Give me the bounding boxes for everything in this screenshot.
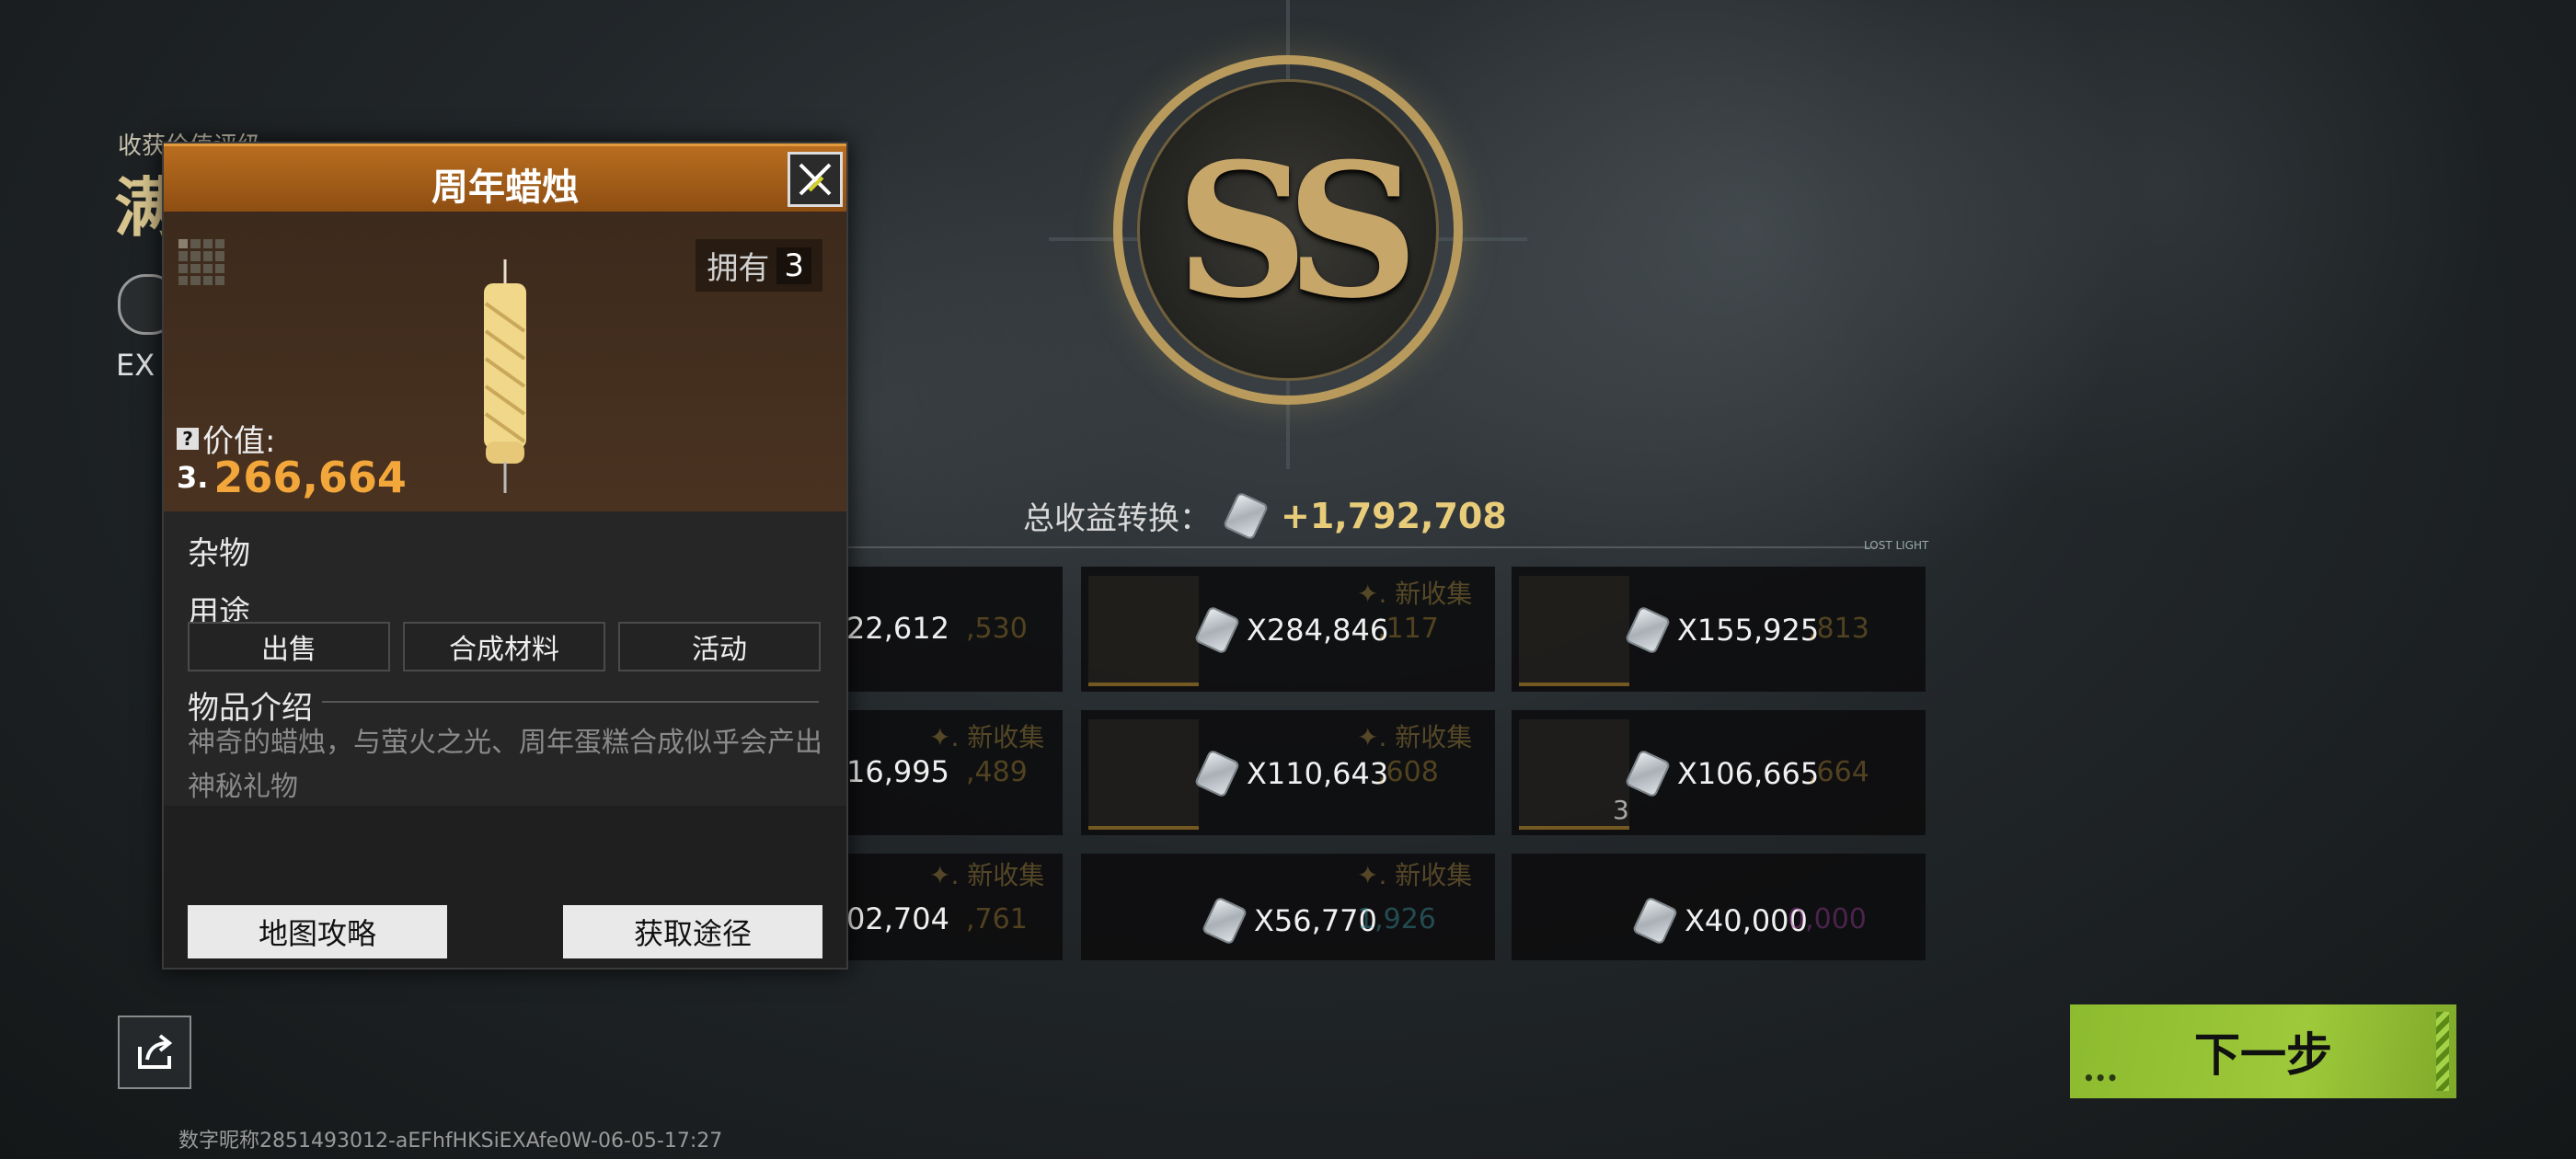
- loot-card[interactable]: ✦. 新收集 X284,846 ,117: [1081, 567, 1495, 692]
- card-ghost-value: ,761: [966, 903, 1028, 935]
- value-row: 3. 266,664: [177, 453, 407, 502]
- card-value: 16,995: [846, 754, 949, 789]
- card-value: X110,643: [1193, 749, 1389, 798]
- description-text: 神奇的蜡烛，与萤火之光、周年蛋糕合成似乎会产出神秘礼物: [188, 727, 822, 803]
- new-collect-tag: ✦. 新收集: [1357, 722, 1473, 752]
- new-collect-tag: ✦. 新收集: [1357, 579, 1473, 609]
- loot-card[interactable]: ✦. 新收集 X110,643 ,608: [1081, 710, 1495, 835]
- obtain-source-button[interactable]: 获取途径: [563, 905, 822, 958]
- card-ghost-value: 0,000: [1788, 903, 1867, 935]
- coin-icon: [1222, 490, 1270, 541]
- owned-label: 拥有: [707, 250, 770, 287]
- loot-card[interactable]: X155,925 ,813: [1512, 567, 1926, 692]
- item-detail-popup: 周年蜡烛 拥有 3 ? 价值: 3. 266,664 杂物 用途 出售 合成材料…: [162, 142, 848, 970]
- new-collect-tag: ✦. 新收集: [929, 722, 1045, 752]
- coin-icon: [1624, 749, 1672, 798]
- card-ghost-value: ,489: [966, 756, 1028, 788]
- card-ghost-value: ,608: [1377, 756, 1439, 788]
- card-value: X155,925: [1624, 605, 1820, 655]
- coin-icon: [1193, 605, 1241, 655]
- grade-emblem: SS: [1113, 55, 1463, 405]
- new-collect-tag: ✦. 新收集: [1357, 860, 1473, 890]
- divider: [846, 546, 1877, 548]
- coin-icon: [1201, 896, 1248, 946]
- help-icon[interactable]: ?: [177, 427, 199, 450]
- loot-card[interactable]: 3 X106,665 ,664: [1512, 710, 1926, 835]
- usage-tag-event[interactable]: 活动: [618, 622, 821, 671]
- item-value: 266,664: [213, 453, 407, 502]
- owned-count: 3: [776, 247, 811, 284]
- card-value: 22,612: [846, 611, 949, 646]
- close-button[interactable]: [788, 152, 843, 207]
- item-thumbnail: [1088, 576, 1199, 686]
- card-value: X106,665: [1624, 749, 1820, 798]
- share-button[interactable]: [118, 1016, 191, 1089]
- dots-icon: •••: [2083, 1067, 2119, 1089]
- card-value-text: X155,925: [1677, 613, 1820, 648]
- close-icon: [799, 163, 832, 196]
- card-count-badge: 3: [1613, 795, 1629, 825]
- coin-icon: [1193, 749, 1241, 798]
- share-icon: [138, 1034, 173, 1069]
- currency-icon: 3.: [177, 460, 209, 495]
- card-value-text: X106,665: [1677, 756, 1820, 791]
- usage-tag-sell[interactable]: 出售: [188, 622, 390, 671]
- coin-icon: [1624, 605, 1672, 655]
- card-ghost-value: ,117: [1377, 613, 1439, 645]
- card-value: 02,704: [846, 901, 949, 936]
- map-guide-button[interactable]: 地图攻略: [188, 905, 447, 958]
- item-thumbnail: [1519, 576, 1629, 686]
- card-ghost-value: 1,926: [1357, 903, 1436, 935]
- description-divider: [322, 701, 819, 703]
- item-thumbnail: [1088, 719, 1199, 830]
- player-id: 数字昵称2851493012-aEFhfHKSiEXAfe0W-06-05-17…: [178, 1130, 723, 1153]
- new-collect-tag: ✦. 新收集: [929, 860, 1045, 890]
- exp-label: EX: [116, 348, 155, 383]
- next-step-label: 下一步: [2194, 1028, 2332, 1082]
- item-preview-area: 拥有 3 ? 价值: 3. 266,664: [164, 212, 846, 511]
- coin-icon: [1631, 896, 1679, 946]
- popup-title: 周年蜡烛: [431, 166, 579, 209]
- card-ghost-value: ,664: [1808, 756, 1869, 788]
- card-value: X40,000: [1631, 896, 1808, 946]
- card-value: X56,770: [1201, 896, 1377, 946]
- total-value: +1,792,708: [1281, 495, 1507, 536]
- owned-count-box: 拥有 3: [696, 239, 822, 292]
- total-label: 总收益转换：: [1023, 500, 1211, 537]
- card-value-text: X284,846: [1247, 613, 1389, 648]
- popup-header: 周年蜡烛: [164, 143, 846, 214]
- loot-card[interactable]: X40,000 0,000: [1512, 854, 1926, 960]
- total-earnings: 总收益转换： +1,792,708: [1023, 490, 1507, 541]
- card-ghost-value: ,530: [966, 613, 1028, 645]
- item-type: 杂物: [188, 535, 250, 572]
- divider-tag: LOST LIGHT: [1864, 539, 1929, 552]
- card-ghost-value: ,813: [1808, 613, 1869, 645]
- card-value-text: X110,643: [1247, 756, 1389, 791]
- loot-card[interactable]: ✦. 新收集 X56,770 1,926: [1081, 854, 1495, 960]
- card-value: X284,846: [1193, 605, 1389, 655]
- next-step-button[interactable]: 下一步 •••: [2070, 1004, 2456, 1098]
- stripes-decoration: [2436, 1012, 2449, 1091]
- candle-item-image: [484, 259, 526, 493]
- item-size-grid-icon: [178, 239, 224, 285]
- grade-text: SS: [1175, 123, 1419, 339]
- usage-tag-crafting[interactable]: 合成材料: [403, 622, 605, 671]
